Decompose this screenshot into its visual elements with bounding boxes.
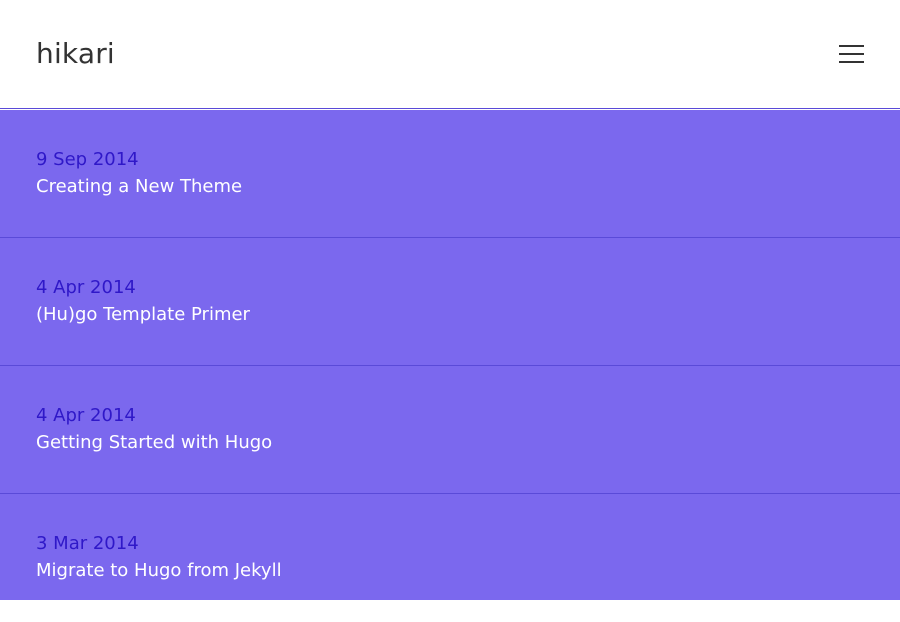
menu-icon-bar bbox=[839, 45, 864, 47]
site-brand-link[interactable]: hikari bbox=[36, 37, 115, 71]
post-list-item[interactable]: 3 Mar 2014 Migrate to Hugo from Jekyll bbox=[0, 494, 900, 622]
post-title-link[interactable]: Getting Started with Hugo bbox=[36, 432, 272, 454]
menu-icon-bar bbox=[839, 61, 864, 63]
menu-icon-bar bbox=[839, 53, 864, 55]
post-date: 4 Apr 2014 bbox=[36, 405, 136, 426]
post-list-item[interactable]: 4 Apr 2014 (Hu)go Template Primer bbox=[0, 238, 900, 366]
post-list-item[interactable]: 4 Apr 2014 Getting Started with Hugo bbox=[0, 366, 900, 494]
post-date: 9 Sep 2014 bbox=[36, 149, 139, 170]
post-list: 9 Sep 2014 Creating a New Theme 4 Apr 20… bbox=[0, 110, 900, 600]
menu-button[interactable] bbox=[832, 38, 872, 72]
post-title-link[interactable]: Migrate to Hugo from Jekyll bbox=[36, 560, 282, 582]
post-title-link[interactable]: Creating a New Theme bbox=[36, 176, 242, 198]
post-date: 4 Apr 2014 bbox=[36, 277, 136, 298]
post-title-link[interactable]: (Hu)go Template Primer bbox=[36, 304, 250, 326]
post-list-item[interactable]: 9 Sep 2014 Creating a New Theme bbox=[0, 110, 900, 238]
site-header: hikari bbox=[0, 0, 900, 109]
post-date: 3 Mar 2014 bbox=[36, 533, 139, 554]
